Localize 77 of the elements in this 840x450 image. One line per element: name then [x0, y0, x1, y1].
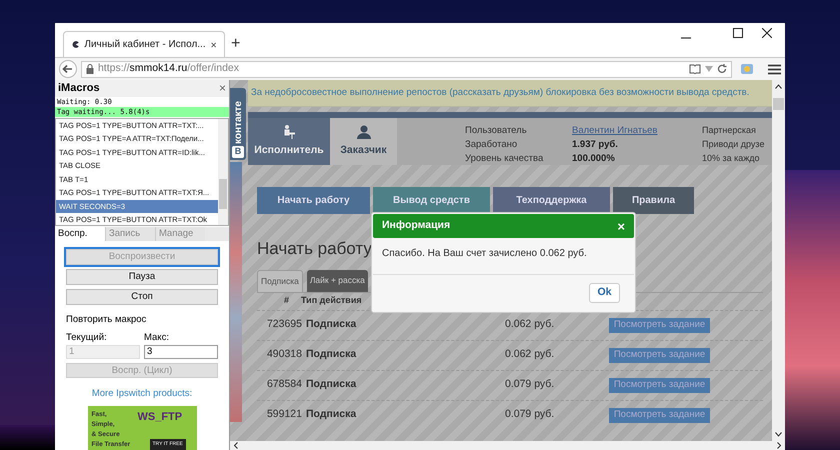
task-tab[interactable]: Подписка	[257, 270, 303, 292]
table-cell-text: 678584	[266, 377, 302, 392]
partner-text: Партнерская	[702, 124, 757, 137]
scroll-up-icon[interactable]	[775, 84, 782, 89]
wallpaper-silhouette-drawing	[0, 425, 55, 450]
scrollbar-thumb[interactable]	[773, 98, 784, 110]
info-label: Заработано	[465, 138, 518, 151]
menu-icon[interactable]	[768, 64, 781, 74]
vk-logo: В	[232, 146, 244, 158]
vk-widget[interactable]: В контакте	[230, 88, 246, 160]
info-label: Уровень качества	[465, 152, 544, 165]
table-cell-text: Подписка	[305, 317, 358, 332]
close-button[interactable]: ×	[617, 220, 625, 232]
info-value: 100.000%	[572, 152, 616, 165]
table-cell-text: 0.062 руб.	[505, 317, 556, 332]
ok-button[interactable]: Ok	[589, 283, 620, 303]
url-text: https://smmok14.ru/offer/index	[98, 61, 240, 76]
nav-button[interactable]: Вывод средств	[373, 187, 490, 214]
dialog-message: Спасибо. На Ваш счет зачислено 0.062 руб.	[381, 247, 588, 261]
page-heading: Начать работу	[257, 238, 372, 260]
nav-button[interactable]: Начать работу	[257, 187, 370, 214]
reader-view-icon[interactable]	[689, 64, 702, 74]
horizontal-scrollbar[interactable]	[230, 441, 785, 450]
macro-button[interactable]: Стоп	[66, 288, 218, 305]
table-cell-text: Подписка	[305, 377, 358, 392]
scroll-left-icon[interactable]	[234, 442, 238, 449]
info-value: 1.937 руб.	[572, 138, 619, 151]
nav-button[interactable]: Техподдержка	[493, 187, 610, 214]
person-icon	[356, 124, 370, 139]
user-link[interactable]: Валентин Игнатьев	[572, 124, 672, 137]
close-icon[interactable]	[762, 28, 772, 38]
url-field[interactable]: https://smmok14.ru/offer/index	[80, 60, 732, 78]
column-header: Тип действия	[301, 294, 362, 308]
table-cell-text: 723695	[266, 317, 302, 332]
close-button[interactable]: ×	[218, 82, 226, 94]
scroll-down-icon[interactable]	[775, 432, 782, 437]
table-cell-text: 599121	[266, 407, 302, 422]
lock-icon	[86, 64, 94, 74]
panel-tab[interactable]: Воспр.	[55, 226, 105, 241]
vertical-scrollbar[interactable]	[772, 80, 785, 441]
panel-tab[interactable]: Manage	[155, 226, 205, 241]
more-products-link[interactable]: More Ipswitch products:	[92, 387, 192, 402]
role-tab[interactable]: Исполнитель	[248, 118, 330, 165]
new-tab-button[interactable]: +	[231, 36, 240, 52]
nav-button[interactable]: Правила	[613, 187, 694, 214]
scroll-right-icon[interactable]	[777, 442, 781, 449]
partner-text: Приводи друзе	[702, 138, 764, 151]
table-cell-text: 0.079 руб.	[505, 407, 556, 422]
close-icon[interactable]	[210, 40, 216, 48]
table-cell-text: 490318	[266, 347, 302, 362]
current-label: Текущий:	[66, 331, 108, 345]
table-cell-text: 0.062 руб.	[505, 347, 556, 362]
repeat-label: Повторить макрос	[66, 312, 146, 327]
vk-label: контакте	[232, 101, 244, 144]
sidebar-title: iMacros	[58, 81, 100, 96]
info-label: Пользователь	[465, 124, 528, 137]
table-cell-text: Подписка	[305, 347, 358, 362]
panel-tab[interactable]: Запись	[105, 226, 155, 241]
macro-button[interactable]: Пауза	[66, 268, 218, 285]
table-cell-text: Подписка	[305, 407, 358, 422]
scrollbar[interactable]	[218, 118, 228, 224]
max-field[interactable]: 3	[144, 345, 218, 360]
person-at-desk-icon	[283, 124, 295, 139]
maximize-icon[interactable]	[733, 28, 743, 38]
max-label: Макс:	[144, 331, 170, 345]
ad-logo: WS_FTP	[138, 410, 182, 424]
dialog-title: Информация	[382, 218, 450, 234]
partner-text: 10% за каждо	[702, 152, 761, 165]
task-tab[interactable]: Лайк + расска	[306, 270, 368, 292]
column-header: #	[282, 294, 290, 308]
tab-title: Личный кабинет - Испол...	[84, 38, 206, 52]
table-cell-text: 0.079 руб.	[505, 377, 556, 392]
pacman-icon	[72, 39, 80, 50]
notice-text: За недобросовестное выполнение репостов (рассказать друзьям) блокировка без возможности вывода средств.	[251, 86, 750, 100]
role-tab[interactable]: Заказчик	[330, 118, 397, 165]
reload-icon[interactable]	[717, 64, 728, 74]
browser-tab[interactable]: Личный кабинет - Испол...	[63, 31, 225, 57]
